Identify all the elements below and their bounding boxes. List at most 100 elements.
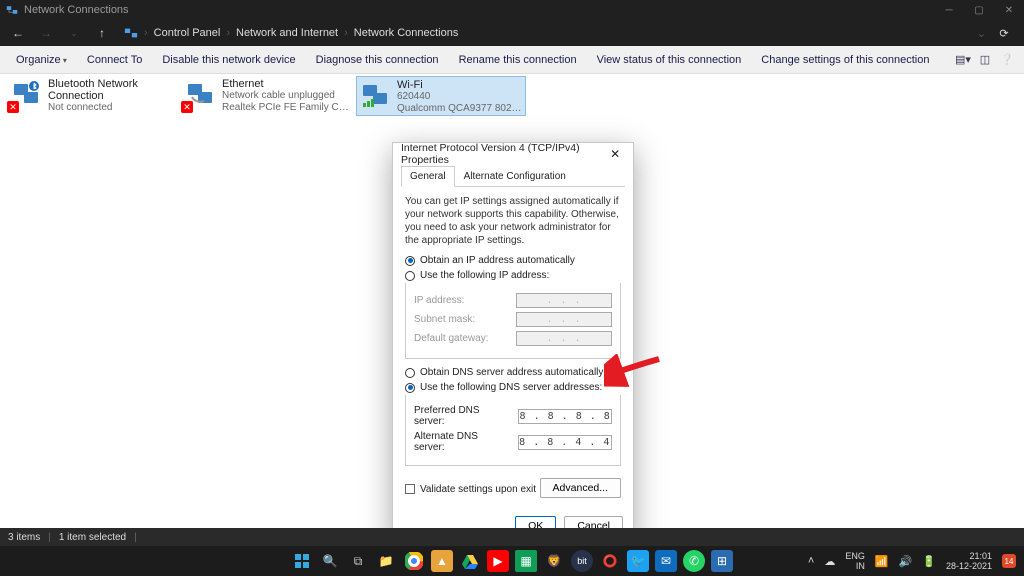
tray-chevron-icon[interactable]: ˄ (808, 555, 814, 567)
radio-use-following-dns[interactable]: Use the following DNS server addresses: (405, 382, 621, 393)
app-icon[interactable]: bit (571, 550, 593, 572)
close-button[interactable]: ✕ (994, 0, 1024, 20)
disconnected-icon: ✕ (7, 101, 19, 113)
advanced-button[interactable]: Advanced... (540, 478, 621, 498)
checkbox-icon (405, 484, 415, 494)
dialog-close-button[interactable]: ✕ (605, 143, 625, 165)
recent-button[interactable]: ⌄ (62, 22, 86, 44)
connection-status: 620440 (397, 91, 523, 103)
radio-icon (405, 368, 415, 378)
radio-obtain-dns-auto[interactable]: Obtain DNS server address automatically (405, 367, 621, 378)
onedrive-icon[interactable]: ☁ (824, 555, 835, 568)
drive-icon[interactable] (459, 550, 481, 572)
notification-badge[interactable]: 14 (1002, 554, 1016, 568)
validate-settings-checkbox[interactable]: Validate settings upon exit (405, 484, 536, 495)
tab-alternate-configuration[interactable]: Alternate Configuration (455, 166, 575, 187)
ipv4-properties-dialog: Internet Protocol Version 4 (TCP/IPv4) P… (392, 142, 634, 547)
chrome-icon[interactable] (403, 550, 425, 572)
battery-tray-icon[interactable]: 🔋 (922, 555, 936, 568)
rename-button[interactable]: Rename this connection (449, 50, 587, 70)
breadcrumb-network-internet[interactable]: Network and Internet (236, 27, 338, 39)
view-status-button[interactable]: View status of this connection (587, 50, 752, 70)
titlebar: Network Connections ─ ▢ ✕ (0, 0, 1024, 20)
subnet-mask-input: . . . (516, 312, 612, 327)
preferred-dns-input[interactable]: 8 . 8 . 8 . 8 (518, 409, 612, 424)
search-button[interactable]: 🔍 (319, 550, 341, 572)
start-button[interactable] (291, 550, 313, 572)
ethernet-icon: ✕ (184, 78, 216, 110)
opera-icon[interactable]: ⭕ (599, 550, 621, 572)
preview-pane-button[interactable]: ◫ (974, 53, 996, 66)
connection-name: Ethernet (222, 78, 350, 90)
address-bar[interactable]: › Control Panel › Network and Internet ›… (118, 26, 986, 40)
label-default-gateway: Default gateway: (414, 333, 489, 344)
language-indicator[interactable]: ENGIN (845, 551, 865, 571)
bluetooth-icon: ✕ (10, 78, 42, 110)
radio-icon (405, 383, 415, 393)
disable-device-button[interactable]: Disable this network device (152, 50, 305, 70)
volume-tray-icon[interactable]: 🔊 (899, 555, 913, 568)
connection-device: Qualcomm QCA9377 802.11ac Wi... (397, 103, 523, 113)
breadcrumb-network-connections[interactable]: Network Connections (354, 27, 459, 39)
connection-name: Wi-Fi (397, 79, 523, 91)
taskbar: 🔍 ⧉ 📁 ▲ ▶ ▦ 🦁 bit ⭕ 🐦 ✉ ✆ ⊞ ˄ ☁ ENGIN 📶 … (0, 546, 1024, 576)
wifi-icon (359, 79, 391, 111)
radio-icon (405, 271, 415, 281)
minimize-button[interactable]: ─ (934, 0, 964, 20)
organize-menu[interactable]: Organize (6, 50, 77, 70)
status-selected-count: 1 item selected (59, 532, 126, 543)
forward-button[interactable]: → (34, 22, 58, 44)
up-button[interactable]: ↑ (90, 22, 114, 44)
connection-name: Bluetooth Network Connection (48, 78, 176, 102)
disconnected-icon: ✕ (181, 101, 193, 113)
alternate-dns-input[interactable]: 8 . 8 . 4 . 4 (518, 435, 612, 450)
change-settings-button[interactable]: Change settings of this connection (751, 50, 939, 70)
connection-wifi[interactable]: Wi-Fi 620440 Qualcomm QCA9377 802.11ac W… (356, 76, 526, 116)
label-ip-address: IP address: (414, 295, 464, 306)
wifi-tray-icon[interactable]: 📶 (875, 555, 889, 568)
network-icon (124, 26, 138, 40)
youtube-icon[interactable]: ▶ (487, 550, 509, 572)
explorer-icon[interactable]: 📁 (375, 550, 397, 572)
help-button[interactable]: ❔ (996, 53, 1018, 66)
window-title: Network Connections (24, 4, 129, 16)
network-icon (6, 4, 18, 16)
radio-obtain-ip-auto[interactable]: Obtain an IP address automatically (405, 255, 621, 266)
connection-status: Not connected (48, 102, 176, 114)
whatsapp-icon[interactable]: ✆ (683, 550, 705, 572)
clock[interactable]: 21:0128-12-2021 (946, 551, 992, 571)
dialog-title: Internet Protocol Version 4 (TCP/IPv4) P… (401, 142, 605, 166)
label-preferred-dns: Preferred DNS server: (414, 405, 510, 427)
connection-bluetooth[interactable]: ✕ Bluetooth Network Connection Not conne… (8, 76, 178, 116)
dialog-titlebar: Internet Protocol Version 4 (TCP/IPv4) P… (393, 143, 633, 165)
tab-general[interactable]: General (401, 166, 455, 187)
refresh-button[interactable]: ⟳ (990, 27, 1018, 40)
task-view-button[interactable]: ⧉ (347, 550, 369, 572)
brave-icon[interactable]: 🦁 (543, 550, 565, 572)
twitter-icon[interactable]: 🐦 (627, 550, 649, 572)
dialog-description: You can get IP settings assigned automat… (405, 195, 621, 247)
breadcrumb-control-panel[interactable]: Control Panel (154, 27, 221, 39)
sheets-icon[interactable]: ▦ (515, 550, 537, 572)
status-item-count: 3 items (8, 532, 40, 543)
default-gateway-input: . . . (516, 331, 612, 346)
label-subnet-mask: Subnet mask: (414, 314, 475, 325)
connection-status: Network cable unplugged (222, 90, 350, 102)
radio-use-following-ip[interactable]: Use the following IP address: (405, 270, 621, 281)
status-bar: 3 items | 1 item selected | (0, 528, 1024, 546)
app-icon[interactable]: ⊞ (711, 550, 733, 572)
back-button[interactable]: ← (6, 22, 30, 44)
navbar: ← → ⌄ ↑ › Control Panel › Network and In… (0, 20, 1024, 46)
ip-address-input: . . . (516, 293, 612, 308)
view-options-button[interactable]: ▤▾ (952, 53, 974, 66)
app-icon[interactable]: ▲ (431, 550, 453, 572)
mail-icon[interactable]: ✉ (655, 550, 677, 572)
radio-icon (405, 256, 415, 266)
maximize-button[interactable]: ▢ (964, 0, 994, 20)
connection-ethernet[interactable]: ✕ Ethernet Network cable unplugged Realt… (182, 76, 352, 116)
label-alternate-dns: Alternate DNS server: (414, 431, 510, 453)
diagnose-button[interactable]: Diagnose this connection (306, 50, 449, 70)
connect-to-button[interactable]: Connect To (77, 50, 152, 70)
command-bar: Organize Connect To Disable this network… (0, 46, 1024, 74)
chevron-down-icon[interactable]: ⌄ (977, 27, 986, 40)
